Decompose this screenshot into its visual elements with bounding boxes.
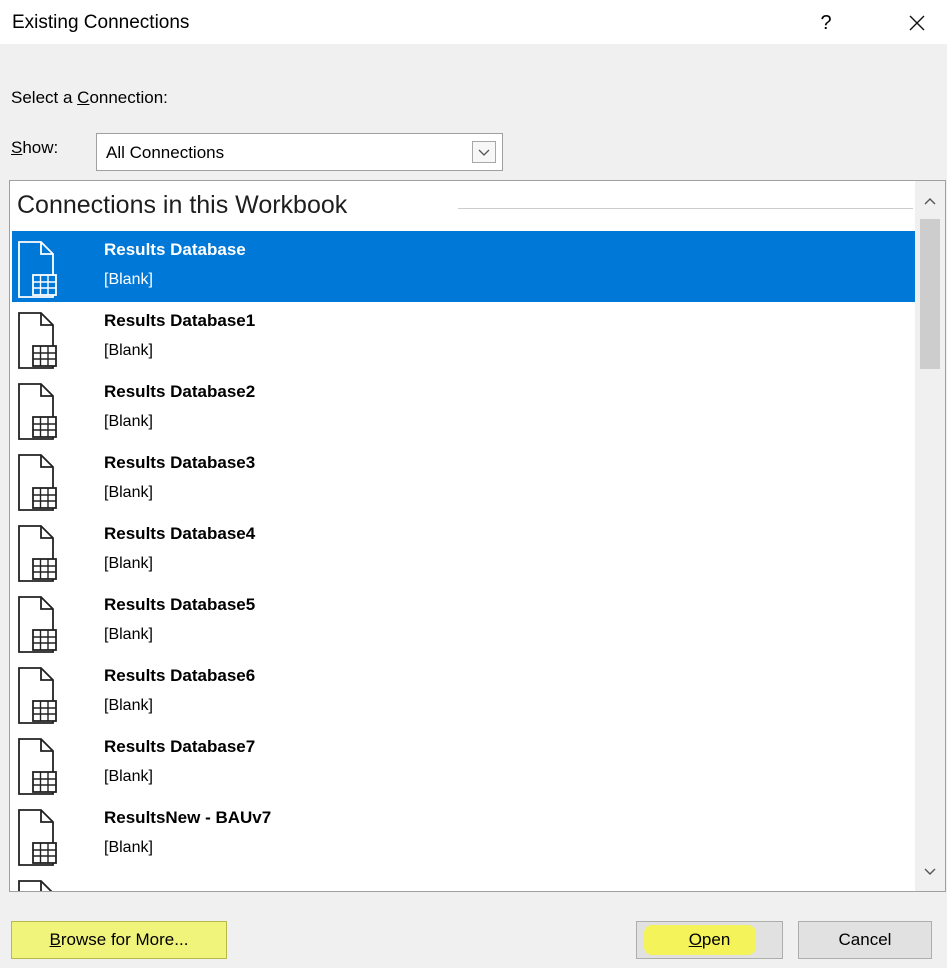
table-document-icon	[18, 596, 57, 653]
table-document-icon	[18, 312, 57, 369]
table-document-icon	[18, 880, 53, 891]
connection-desc: [Blank]	[104, 839, 153, 856]
connection-name: Results Database1	[104, 311, 256, 330]
connection-name: Results Database	[104, 240, 246, 259]
group-header: Connections in this Workbook	[17, 191, 348, 219]
scroll-thumb[interactable]	[920, 219, 940, 369]
connection-desc: [Blank]	[104, 626, 153, 643]
connection-item[interactable]: Results Database6 [Blank]	[12, 657, 915, 728]
connection-item[interactable]: Results Database4 [Blank]	[12, 515, 915, 586]
connection-item[interactable]: ResultsNew - BAUv7 [Blank]	[12, 799, 915, 870]
dialog-title: Existing Connections	[12, 12, 190, 33]
connection-item[interactable]: Results Database7 [Blank]	[12, 728, 915, 799]
connection-item[interactable]: Results Database [Blank]	[12, 231, 915, 302]
table-document-icon	[18, 383, 57, 440]
chevron-down-icon	[478, 149, 490, 156]
browse-for-more-button[interactable]: Browse for More...	[11, 921, 227, 959]
table-document-icon	[18, 525, 57, 582]
open-button[interactable]: Open	[636, 921, 783, 959]
connection-desc: [Blank]	[104, 271, 153, 288]
existing-connections-dialog: Existing Connections ? Select a Connecti…	[0, 0, 947, 968]
connection-desc: [Blank]	[104, 555, 153, 572]
group-divider	[458, 208, 913, 209]
connection-name: Results Database2	[104, 382, 256, 401]
select-label-part1: Select a	[11, 88, 78, 107]
connection-name: Results Database3	[104, 453, 256, 472]
open-label-rest: pen	[701, 930, 731, 949]
connection-name: Results Database7	[104, 737, 256, 756]
connection-item[interactable]: Results Database5 [Blank]	[12, 586, 915, 657]
table-document-icon	[18, 809, 57, 866]
help-button[interactable]: ?	[806, 6, 846, 40]
open-accel: O	[688, 930, 702, 949]
table-document-icon	[18, 241, 57, 298]
show-dropdown-value: All Connections	[106, 143, 225, 162]
close-button[interactable]	[895, 6, 939, 40]
connection-desc: [Blank]	[104, 484, 153, 501]
connection-item[interactable]: Results Database2 [Blank]	[12, 373, 915, 444]
question-icon: ?	[820, 11, 832, 34]
scroll-down-button[interactable]	[915, 859, 945, 883]
connection-desc: [Blank]	[104, 697, 153, 714]
vertical-scrollbar[interactable]	[915, 181, 945, 891]
table-document-icon	[18, 738, 57, 795]
table-document-icon	[18, 667, 57, 724]
connections-list[interactable]: Connections in this Workbook Results Dat…	[9, 180, 946, 892]
connection-item[interactable]: Results Database3 [Blank]	[12, 444, 915, 515]
connection-desc: [Blank]	[104, 342, 153, 359]
connection-name: ResultsNew - BAUv7	[104, 808, 272, 827]
chevron-up-icon	[924, 198, 936, 205]
table-document-icon	[18, 454, 57, 511]
close-icon	[909, 15, 925, 31]
cancel-button[interactable]: Cancel	[798, 921, 932, 959]
select-connection-label: Select a Connection:	[11, 88, 168, 108]
connection-item-partial[interactable]	[12, 870, 915, 891]
title-bar: Existing Connections ?	[0, 0, 947, 44]
connection-name: Results Database6	[104, 666, 256, 685]
open-label: Open	[689, 930, 731, 950]
connection-desc: [Blank]	[104, 768, 153, 785]
scroll-up-button[interactable]	[915, 189, 945, 213]
connection-desc: [Blank]	[104, 413, 153, 430]
connection-rows: Results Database [Blank] Results Databas…	[12, 231, 915, 891]
select-label-part2: onnection:	[89, 88, 168, 107]
dropdown-button[interactable]	[472, 141, 496, 163]
select-label-accel: C	[77, 88, 90, 107]
browse-label: rowse for More...	[60, 930, 189, 949]
connection-name: Results Database4	[104, 524, 256, 543]
show-label-rest: how:	[22, 138, 59, 157]
show-label: Show:	[11, 138, 58, 158]
show-label-accel: S	[11, 138, 23, 157]
show-dropdown[interactable]: All Connections	[96, 133, 503, 171]
connection-name: Results Database5	[104, 595, 256, 614]
browse-accel: B	[49, 930, 61, 949]
connection-item[interactable]: Results Database1 [Blank]	[12, 302, 915, 373]
chevron-down-icon	[924, 868, 936, 875]
